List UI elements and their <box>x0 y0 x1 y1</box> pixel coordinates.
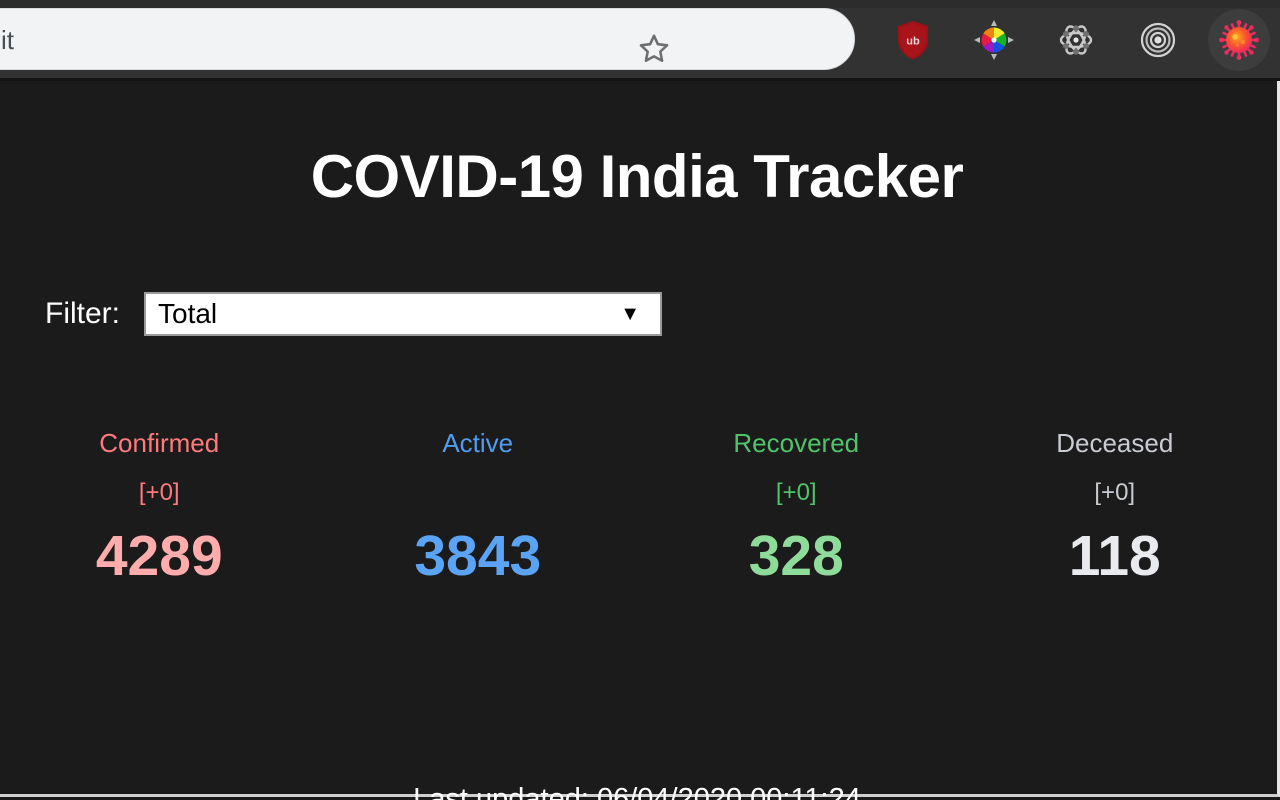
filter-row: Filter: Total ▼ <box>45 292 662 336</box>
url-input[interactable]: it <box>1 25 14 56</box>
stat-card-deceased: Deceased [+0] 118 <box>956 426 1275 586</box>
extension-button-color-picker[interactable] <box>954 8 1036 72</box>
filter-select-value: Total <box>158 298 218 329</box>
stat-delta: [+0] <box>775 479 817 506</box>
color-wheel-icon <box>974 20 1015 60</box>
browser-toolbar: it ub <box>0 0 1280 81</box>
stat-label: Recovered <box>733 428 860 458</box>
extensions-toolbar: ub <box>872 8 1280 72</box>
stat-delta: [+0] <box>138 479 180 506</box>
page-content: COVID-19 India Tracker Filter: Total ▼ C… <box>0 81 1280 800</box>
stat-card-recovered: Recovered [+0] 328 <box>637 426 956 586</box>
extension-button-target[interactable] <box>1117 8 1199 72</box>
chevron-down-icon: ▼ <box>620 303 640 325</box>
stat-card-confirmed: Confirmed [+0] 4289 <box>0 426 319 586</box>
page-title: COVID-19 India Tracker <box>310 143 964 210</box>
stat-delta: [+0] <box>1094 479 1136 506</box>
svg-text:ub: ub <box>906 36 920 48</box>
last-updated-text: Last updated: 06/04/2020 00:11:24 <box>413 783 861 800</box>
extension-button-covid-tracker[interactable] <box>1198 8 1280 72</box>
stat-value: 328 <box>748 524 844 588</box>
stat-value: 4289 <box>95 524 223 588</box>
stat-card-active: Active 3843 <box>319 426 638 586</box>
toolbar-top-strip <box>0 0 1280 8</box>
stat-label: Deceased <box>1056 428 1174 458</box>
shield-icon: ub <box>897 21 928 60</box>
stats-row: Confirmed [+0] 4289 Active 3843 Recovere… <box>0 426 1274 586</box>
address-bar[interactable]: it <box>0 8 855 70</box>
bookmark-star-icon[interactable] <box>636 31 672 67</box>
stat-value: 118 <box>1068 524 1161 588</box>
stat-delta <box>319 478 638 508</box>
virus-icon <box>1219 20 1260 60</box>
target-icon <box>1140 22 1175 58</box>
stat-label: Active <box>442 428 514 458</box>
extension-button-ublock-origin[interactable]: ub <box>872 8 954 72</box>
filter-label: Filter: <box>45 297 120 330</box>
extension-button-react-devtools[interactable] <box>1035 8 1117 72</box>
browser-window: it ub COVID-19 India Tracker Filter: Tot… <box>0 0 1280 800</box>
filter-select[interactable]: Total ▼ <box>144 292 662 336</box>
stat-value: 3843 <box>414 524 542 588</box>
stat-label: Confirmed <box>99 428 220 458</box>
atom-icon <box>1059 25 1093 55</box>
